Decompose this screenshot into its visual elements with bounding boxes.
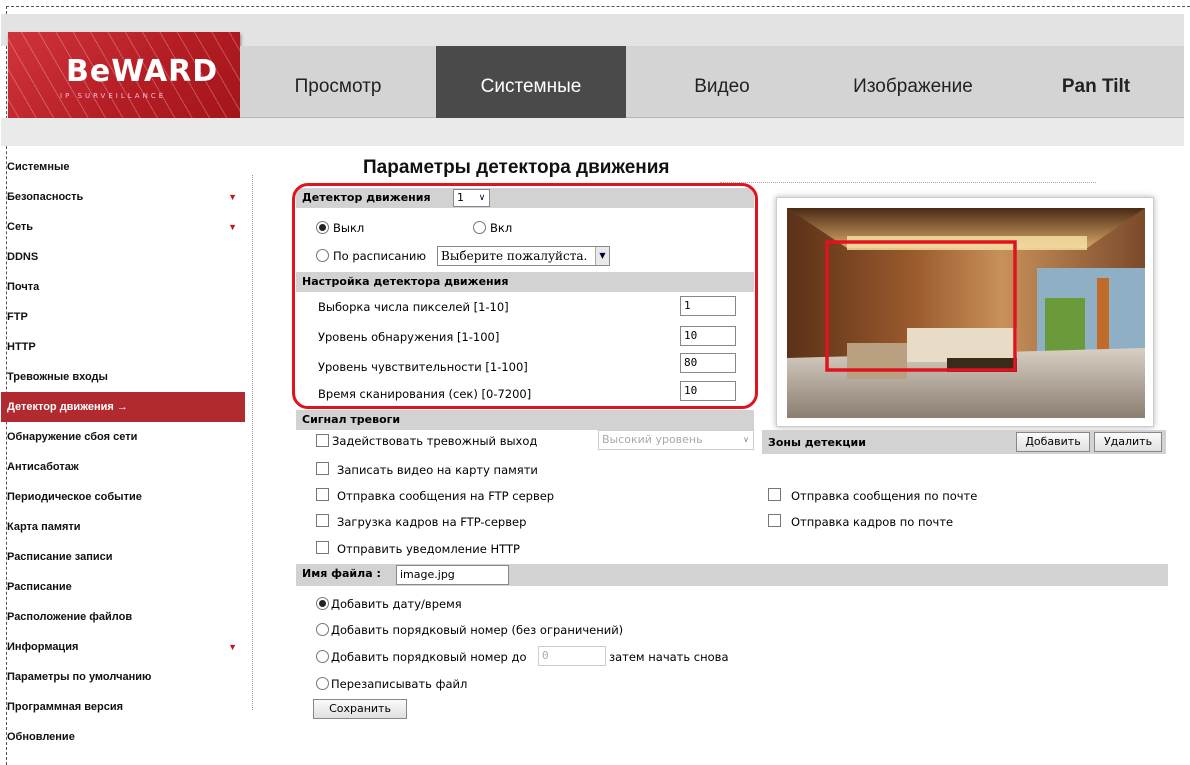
filename-datetime-radio[interactable] xyxy=(316,597,329,610)
ftp-frames-label: Загрузка кадров на FTP-сервер xyxy=(337,515,527,529)
tab-view[interactable]: Просмотр xyxy=(240,46,436,118)
mail-message-label: Отправка сообщения по почте xyxy=(791,489,978,503)
sidebar-item-firmware-version[interactable]: Программная версия xyxy=(1,692,245,722)
sidebar-item-file-location[interactable]: Расположение файлов xyxy=(1,602,245,632)
filename-overwrite-radio[interactable] xyxy=(316,677,329,690)
sidebar-item-label: Обновление xyxy=(7,731,75,743)
http-notify-label: Отправить уведомление HTTP xyxy=(337,542,520,556)
sidebar-item-label: Детектор движения → xyxy=(7,401,128,413)
brand-name: BeWARD xyxy=(66,54,219,89)
filename-seq-upto-radio[interactable] xyxy=(316,650,329,663)
filename-overwrite-label: Перезаписывать файл xyxy=(331,677,468,691)
expand-triangle-icon: ▼ xyxy=(228,642,237,652)
tab-image[interactable]: Изображение xyxy=(818,46,1008,118)
sidebar-item-periodic-event[interactable]: Периодическое событие xyxy=(1,482,245,512)
add-zone-button[interactable]: Добавить xyxy=(1016,432,1090,452)
filename-seq-upto-label: Добавить порядковый номер до xyxy=(331,650,527,664)
sidebar-item-tamper[interactable]: Антисаботаж xyxy=(1,452,245,482)
expand-triangle-icon: ▼ xyxy=(228,192,237,202)
filename-datetime-label: Добавить дату/время xyxy=(331,597,462,611)
sidebar-item-label: FTP xyxy=(7,311,28,323)
alarm-level-value: Высокий уровень xyxy=(602,433,703,446)
sidebar-item-label: Безопасность xyxy=(7,191,84,203)
record-sd-label: Записать видео на карту памяти xyxy=(337,463,538,477)
zones-label: Зоны детекции xyxy=(768,436,866,449)
delete-zone-button[interactable]: Удалить xyxy=(1094,432,1162,452)
record-sd-checkbox[interactable] xyxy=(316,462,329,475)
sidebar-item-info[interactable]: Информация ▼ xyxy=(1,632,245,662)
sidebar-item-network[interactable]: Сеть ▼ xyxy=(1,212,245,242)
sidebar-item-mail[interactable]: Почта xyxy=(1,272,245,302)
sidebar-item-label: Расположение файлов xyxy=(7,611,133,623)
sidebar-item-label: DDNS xyxy=(7,251,39,263)
sidebar-item-label: HTTP xyxy=(7,341,36,353)
sidebar-item-ddns[interactable]: DDNS xyxy=(1,242,245,272)
alarm-level-select[interactable]: Высокий уровень ∨ xyxy=(598,430,754,450)
ftp-frames-checkbox[interactable] xyxy=(316,514,329,527)
mail-frames-checkbox[interactable] xyxy=(768,514,781,527)
ftp-message-label: Отправка сообщения на FTP сервер xyxy=(337,489,555,503)
sidebar-item-label: Расписание xyxy=(7,581,72,593)
alarm-section-header: Сигнал тревоги xyxy=(296,410,754,430)
sidebar-item-label: Расписание записи xyxy=(7,551,113,563)
sidebar-item-motion-detector[interactable]: Детектор движения → xyxy=(1,392,245,422)
alarm-output-checkbox[interactable] xyxy=(316,434,329,447)
chevron-down-icon: ∨ xyxy=(739,431,753,449)
sidebar-item-label: Информация xyxy=(7,641,79,653)
sidebar-item-record-schedule[interactable]: Расписание записи xyxy=(1,542,245,572)
sidebar-item-label: Системные xyxy=(7,161,70,173)
sidebar-item-update[interactable]: Обновление xyxy=(1,722,245,752)
camera-preview[interactable] xyxy=(776,197,1154,427)
tab-pan-tilt[interactable]: Pan Tilt xyxy=(1008,46,1184,118)
sidebar-item-label: Антисаботаж xyxy=(7,461,79,473)
seq-upto-input[interactable]: 0 xyxy=(538,646,606,666)
sidebar-item-system[interactable]: Системные xyxy=(1,152,245,182)
http-notify-checkbox[interactable] xyxy=(316,541,329,554)
sidebar-item-security[interactable]: Безопасность ▼ xyxy=(1,182,245,212)
sidebar-item-label: Периодическое событие xyxy=(7,491,142,503)
brand-logo[interactable]: BeWARD IP SURVEILLANCE xyxy=(8,32,240,128)
brand-tagline: IP SURVEILLANCE xyxy=(60,92,167,100)
sidebar: Системные Безопасность ▼ Сеть ▼ DDNS Почта… xyxy=(1,152,245,752)
sidebar-item-ftp[interactable]: FTP xyxy=(1,302,245,332)
ftp-message-checkbox[interactable] xyxy=(316,488,329,501)
tab-system[interactable]: Системные xyxy=(436,46,626,118)
sidebar-item-label: Программная версия xyxy=(7,701,124,713)
mail-frames-label: Отправка кадров по почте xyxy=(791,515,954,529)
alarm-output-label: Задействовать тревожный выход xyxy=(332,434,538,448)
filename-input[interactable]: image.jpg xyxy=(396,565,509,585)
top-nav: Просмотр Системные Видео Изображение Pan… xyxy=(240,46,1184,118)
filename-seq-unlimited-radio[interactable] xyxy=(316,623,329,636)
save-button[interactable]: Сохранить xyxy=(313,699,407,719)
sub-strip xyxy=(1,118,1184,146)
seq-upto-suffix: затем начать снова xyxy=(609,650,729,664)
page-title: Параметры детектора движения xyxy=(363,157,670,178)
sidebar-item-http[interactable]: HTTP xyxy=(1,332,245,362)
sidebar-item-label: Почта xyxy=(7,281,40,293)
sidebar-item-defaults[interactable]: Параметры по умолчанию xyxy=(1,662,245,692)
sidebar-item-schedule[interactable]: Расписание xyxy=(1,572,245,602)
sidebar-item-label: Сеть xyxy=(7,221,34,233)
highlight-frame xyxy=(292,183,758,409)
mail-message-checkbox[interactable] xyxy=(768,488,781,501)
filename-label: Имя файла : xyxy=(302,567,381,580)
sidebar-divider xyxy=(252,175,253,710)
sidebar-item-label: Обнаружение сбоя сети xyxy=(7,431,138,443)
tab-video[interactable]: Видео xyxy=(626,46,818,118)
expand-triangle-icon: ▼ xyxy=(228,222,237,232)
preview-image xyxy=(787,208,1145,418)
sidebar-item-memory-card[interactable]: Карта памяти xyxy=(1,512,245,542)
title-rule xyxy=(720,182,1096,183)
sidebar-item-label: Параметры по умолчанию xyxy=(7,671,152,683)
sidebar-item-network-failure[interactable]: Обнаружение сбоя сети xyxy=(1,422,245,452)
sidebar-item-label: Тревожные входы xyxy=(7,371,108,383)
sidebar-item-label: Карта памяти xyxy=(7,521,81,533)
sidebar-item-alarm-inputs[interactable]: Тревожные входы xyxy=(1,362,245,392)
filename-seq-unlimited-label: Добавить порядковый номер (без ограничен… xyxy=(331,623,624,637)
